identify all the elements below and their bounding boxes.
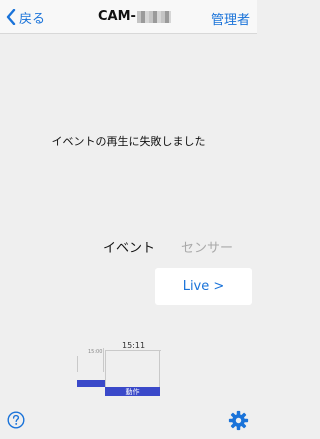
timeline-tick-main bbox=[105, 350, 161, 351]
gear-icon bbox=[228, 410, 249, 431]
timeline-guide-vertical bbox=[105, 350, 106, 388]
back-button[interactable]: 戻る bbox=[6, 8, 46, 27]
event-timeline[interactable]: 15:00 15:11 動作 bbox=[0, 330, 257, 400]
page-title: CAM- bbox=[98, 9, 171, 24]
back-button-label: 戻る bbox=[19, 11, 46, 27]
timeline-event-bar-previous[interactable] bbox=[77, 380, 105, 387]
tab-sensor[interactable]: センサー bbox=[181, 237, 233, 256]
timeline-time-small: 15:00 bbox=[88, 349, 103, 355]
redacted-camera-id bbox=[136, 10, 171, 23]
timeline-tick-small bbox=[103, 348, 104, 372]
timeline-tick-main-vertical bbox=[159, 350, 160, 388]
timeline-event-label: 動作 bbox=[125, 387, 140, 396]
playback-error-message: イベントの再生に失敗しました bbox=[51, 135, 206, 148]
tab-event[interactable]: イベント bbox=[103, 237, 155, 256]
navigation-bar: 戻る CAM- 管理者 bbox=[0, 0, 257, 34]
chevron-left-icon bbox=[6, 9, 16, 25]
timeline-guide-left bbox=[77, 356, 78, 372]
help-button[interactable] bbox=[7, 411, 25, 433]
page-title-text: CAM- bbox=[98, 9, 136, 24]
timeline-time-main: 15:11 bbox=[122, 341, 146, 350]
admin-button[interactable]: 管理者 bbox=[211, 9, 250, 28]
live-button[interactable]: Live > bbox=[155, 268, 252, 305]
question-circle-icon bbox=[7, 411, 25, 429]
settings-button[interactable] bbox=[228, 410, 249, 435]
